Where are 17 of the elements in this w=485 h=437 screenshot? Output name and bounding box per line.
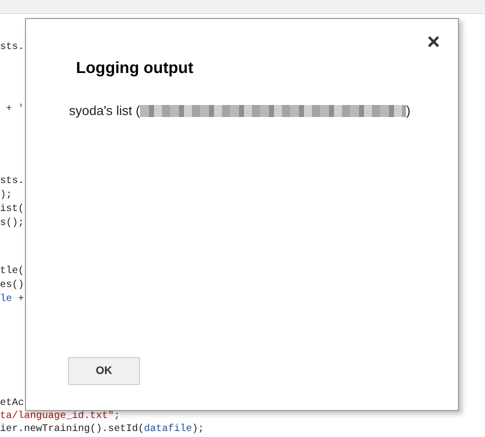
code-line: s(); xyxy=(0,217,24,231)
code-line: ta/language_id.txt"; xyxy=(0,410,120,423)
code-line: + ' xyxy=(5,103,24,117)
message-text: ) xyxy=(406,102,410,120)
code-line: tle( xyxy=(0,265,24,279)
close-button[interactable]: × xyxy=(427,31,440,53)
code-line: ); xyxy=(0,189,12,203)
code-line: sts. xyxy=(0,175,24,189)
ok-button[interactable]: OK xyxy=(68,357,140,385)
code-line: ist( xyxy=(0,203,24,217)
code-line: etAc xyxy=(0,397,24,410)
code-line: sts. xyxy=(0,41,24,55)
message-text: syoda's list ( xyxy=(69,102,140,120)
code-line: ier.newTraining().setId(datafile); xyxy=(0,423,204,436)
code-line: le + xyxy=(0,293,24,307)
code-line: es() xyxy=(0,279,24,293)
dialog-title: Logging output xyxy=(76,59,194,79)
